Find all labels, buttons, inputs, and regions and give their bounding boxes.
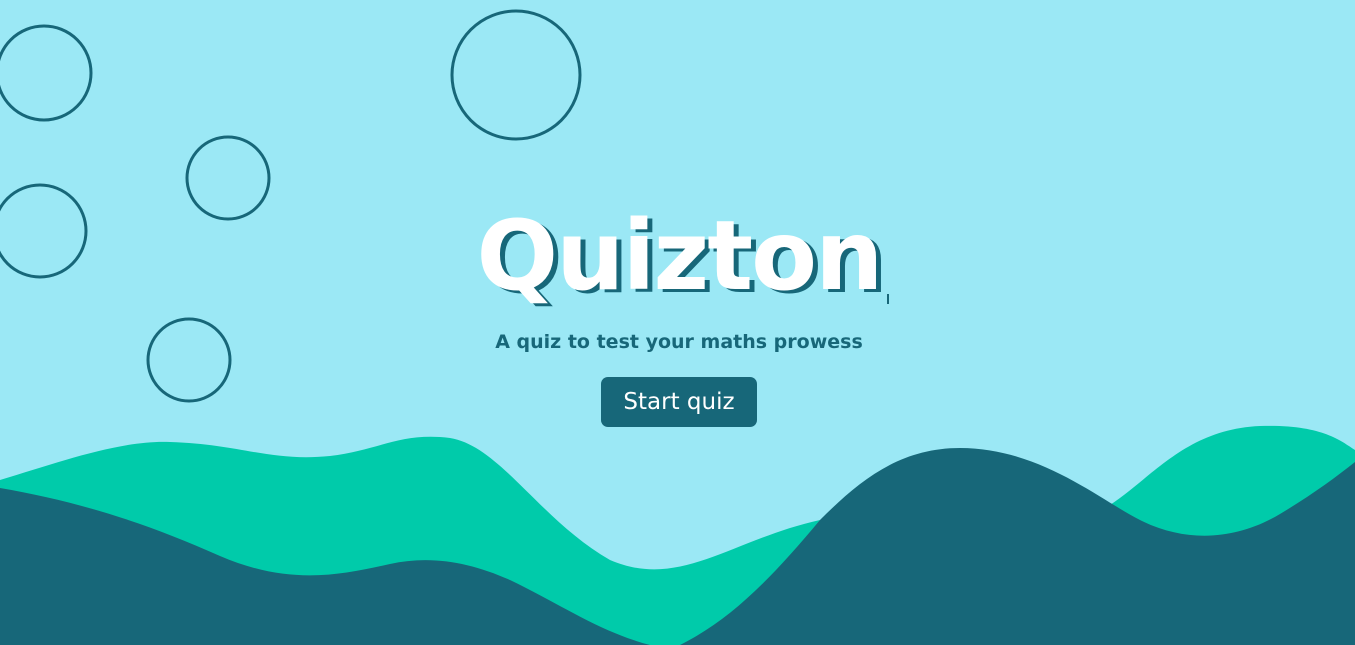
landing-page: Quizton A quiz to test your maths prowes… <box>0 0 1355 645</box>
app-title: Quizton <box>476 200 884 312</box>
start-quiz-button[interactable]: Start quiz <box>601 377 757 427</box>
title-wrap: Quizton <box>476 200 890 312</box>
text-cursor <box>887 294 890 304</box>
tagline: A quiz to test your maths prowess <box>495 331 863 353</box>
hero-section: Quizton A quiz to test your maths prowes… <box>0 200 1355 427</box>
